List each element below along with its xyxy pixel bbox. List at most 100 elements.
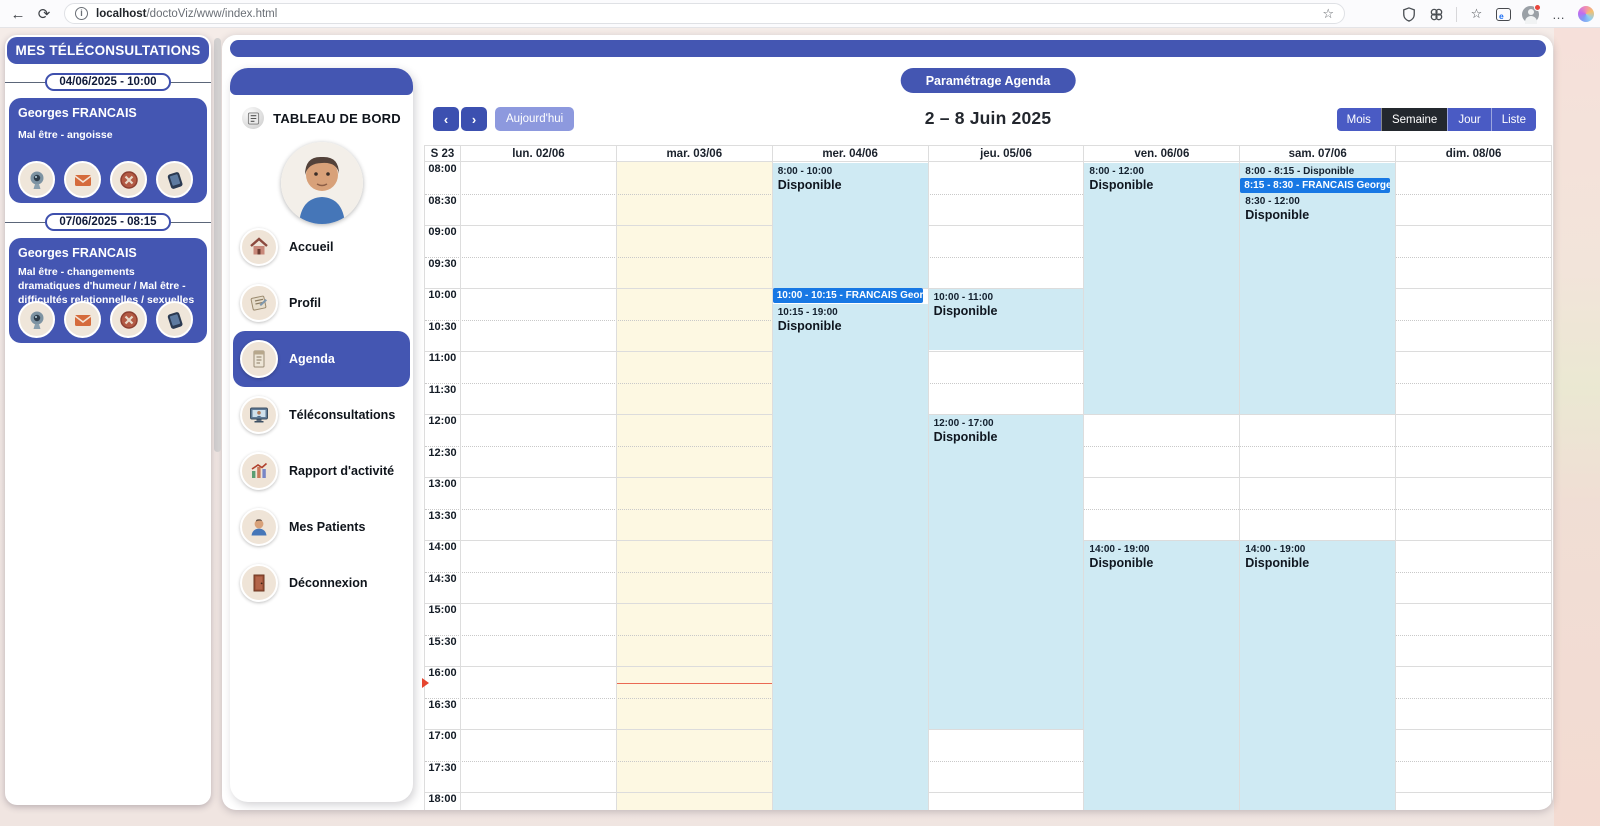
address-bar[interactable]: i localhost/doctoViz/www/index.html ☆: [64, 3, 1345, 24]
copilot-icon[interactable]: [1578, 6, 1594, 22]
main-content: TABLEAU DE BORD Accueil Profil Agenda: [222, 35, 1553, 810]
time-axis: 08:00 08:30 09:00 09:30 10:00 10:30 11:0…: [425, 162, 460, 810]
view-liste-button[interactable]: Liste: [1491, 108, 1536, 131]
url-path: /doctoViz/www/index.html: [146, 8, 277, 20]
browser-back-button[interactable]: ←: [6, 2, 30, 26]
day-column-wed[interactable]: 8:00 - 10:00 Disponible 10:00 - 10:15 - …: [772, 162, 928, 810]
appointment-card[interactable]: Georges FRANCAIS Mal être - changements …: [9, 238, 207, 343]
sidebar-item-mes-patients[interactable]: Mes Patients: [233, 499, 410, 555]
availability-event[interactable]: 8:00 - 10:00 Disponible: [773, 163, 928, 288]
now-indicator-line: [617, 683, 772, 684]
day-column-mon[interactable]: [460, 162, 616, 810]
appointment-date-row: 07/06/2025 - 08:15: [5, 213, 211, 230]
day-columns-layer: 08:00 08:30 09:00 09:30 10:00 10:30 11:0…: [425, 162, 1551, 810]
panel-scrollbar[interactable]: [214, 38, 221, 452]
favorites-icon[interactable]: ☆: [1468, 6, 1485, 23]
day-header-mon[interactable]: lun. 02/06: [460, 146, 616, 161]
day-header-sat[interactable]: sam. 07/06: [1239, 146, 1395, 161]
home-icon: [240, 228, 278, 266]
day-column-sun[interactable]: [1395, 162, 1551, 810]
availability-event[interactable]: 8:00 - 12:00 Disponible: [1084, 163, 1239, 414]
patients-icon: [240, 508, 278, 546]
appointment-date-row: 04/06/2025 - 10:00: [5, 73, 211, 90]
cancel-icon[interactable]: [110, 161, 147, 198]
teleconsultations-panel-title: MES TÉLÉCONSULTATIONS: [7, 37, 209, 64]
day-header-fri[interactable]: ven. 06/06: [1083, 146, 1239, 161]
sidebar-item-profil[interactable]: Profil: [233, 275, 410, 331]
agenda-settings-button[interactable]: Paramétrage Agenda: [901, 68, 1076, 93]
appointment-event[interactable]: 10:00 - 10:15 - FRANCAIS Georges: [773, 288, 923, 303]
edge-sidebar-icon[interactable]: e: [1496, 8, 1511, 21]
reload-icon: ⟳: [38, 5, 51, 23]
appointment-actions: [18, 161, 193, 198]
sidebar-menu: Accueil Profil Agenda Téléconsultations …: [233, 219, 410, 611]
now-indicator-arrow: [422, 678, 429, 688]
sidebar-item-agenda[interactable]: Agenda: [233, 331, 410, 387]
day-header-sun[interactable]: dim. 08/06: [1395, 146, 1551, 161]
week-grid: S 23 lun. 02/06 mar. 03/06 mer. 04/06 je…: [424, 145, 1552, 810]
mail-icon[interactable]: [64, 301, 101, 338]
more-menu-icon[interactable]: …: [1550, 6, 1567, 23]
sidebar-header-bar: [230, 68, 413, 95]
doctor-photo: [281, 142, 363, 224]
availability-event[interactable]: 10:00 - 11:00 Disponible: [929, 289, 1084, 350]
view-semaine-button[interactable]: Semaine: [1381, 108, 1447, 131]
monitor-icon: [240, 396, 278, 434]
teleconsultations-panel: MES TÉLÉCONSULTATIONS 04/06/2025 - 10:00…: [5, 35, 211, 805]
browser-reload-button[interactable]: ⟳: [32, 2, 56, 26]
sidebar-item-teleconsultations[interactable]: Téléconsultations: [233, 387, 410, 443]
availability-event[interactable]: 10:15 - 19:00 Disponible: [773, 304, 928, 810]
back-icon: ←: [11, 6, 26, 23]
sidebar-title: TABLEAU DE BORD: [273, 111, 401, 126]
sidebar-title-row: TABLEAU DE BORD: [230, 107, 413, 129]
calendar-area: Paramétrage Agenda ‹ › Aujourd'hui 2 – 8…: [424, 35, 1552, 810]
toolbar-divider: [1456, 7, 1457, 22]
door-icon: [240, 564, 278, 602]
shield-icon[interactable]: [1400, 6, 1417, 23]
day-header-wed[interactable]: mer. 04/06: [772, 146, 928, 161]
appointment-card[interactable]: Georges FRANCAIS Mal être - angoisse: [9, 98, 207, 203]
day-header-thu[interactable]: jeu. 05/06: [928, 146, 1084, 161]
availability-event-label: 8:30 - 12:00 Disponible: [1245, 195, 1309, 223]
appointment-datetime-badge: 04/06/2025 - 10:00: [45, 73, 170, 91]
day-column-fri[interactable]: 8:00 - 12:00 Disponible 14:00 - 19:00 Di…: [1083, 162, 1239, 810]
notebook-icon: [240, 284, 278, 322]
app-window: ← ⟳ i localhost/doctoViz/www/index.html …: [0, 0, 1600, 826]
browser-toolbar: ← ⟳ i localhost/doctoViz/www/index.html …: [0, 0, 1600, 28]
view-jour-button[interactable]: Jour: [1447, 108, 1490, 131]
bar-chart-icon: [240, 452, 278, 490]
site-info-icon[interactable]: i: [75, 7, 88, 20]
availability-event[interactable]: 14:00 - 19:00 Disponible: [1084, 541, 1239, 810]
view-mois-button[interactable]: Mois: [1337, 108, 1381, 131]
phone-icon[interactable]: [156, 301, 193, 338]
view-switcher: Mois Semaine Jour Liste: [1337, 108, 1536, 131]
availability-event[interactable]: 14:00 - 19:00 Disponible: [1240, 541, 1395, 810]
agenda-icon: [240, 340, 278, 378]
sidebar-item-rapport[interactable]: Rapport d'activité: [233, 443, 410, 499]
appointment-reason: Mal être - angoisse: [18, 129, 198, 143]
week-number: S 23: [425, 146, 460, 161]
day-column-sat[interactable]: 8:00 - 8:15 - Disponible 8:15 - 8:30 - F…: [1239, 162, 1395, 810]
day-header-tue[interactable]: mar. 03/06: [616, 146, 772, 161]
mail-icon[interactable]: [64, 161, 101, 198]
patient-name: Georges FRANCAIS: [18, 246, 198, 260]
appointment-event[interactable]: 8:15 - 8:30 - FRANCAIS Georges: [1240, 178, 1390, 193]
day-column-tue-today[interactable]: [616, 162, 772, 810]
webcam-icon[interactable]: [18, 161, 55, 198]
notification-dot: [1534, 4, 1541, 11]
patient-name: Georges FRANCAIS: [18, 106, 198, 120]
availability-event[interactable]: 12:00 - 17:00 Disponible: [929, 415, 1084, 729]
extensions-icon[interactable]: [1428, 6, 1445, 23]
phone-icon[interactable]: [156, 161, 193, 198]
time-grid-body: 08:00 08:30 09:00 09:30 10:00 10:30 11:0…: [424, 162, 1552, 810]
profile-avatar[interactable]: [1522, 6, 1539, 23]
calendar-toolbar: ‹ › Aujourd'hui 2 – 8 Juin 2025 Mois Sem…: [424, 107, 1552, 131]
cancel-icon[interactable]: [110, 301, 147, 338]
appointment-actions: [18, 301, 193, 338]
day-header-row: S 23 lun. 02/06 mar. 03/06 mer. 04/06 je…: [424, 145, 1552, 162]
bookmark-star-icon[interactable]: ☆: [1322, 6, 1334, 22]
webcam-icon[interactable]: [18, 301, 55, 338]
sidebar-item-accueil[interactable]: Accueil: [233, 219, 410, 275]
day-column-thu[interactable]: 10:00 - 11:00 Disponible 12:00 - 17:00 D…: [928, 162, 1084, 810]
sidebar-item-deconnexion[interactable]: Déconnexion: [233, 555, 410, 611]
